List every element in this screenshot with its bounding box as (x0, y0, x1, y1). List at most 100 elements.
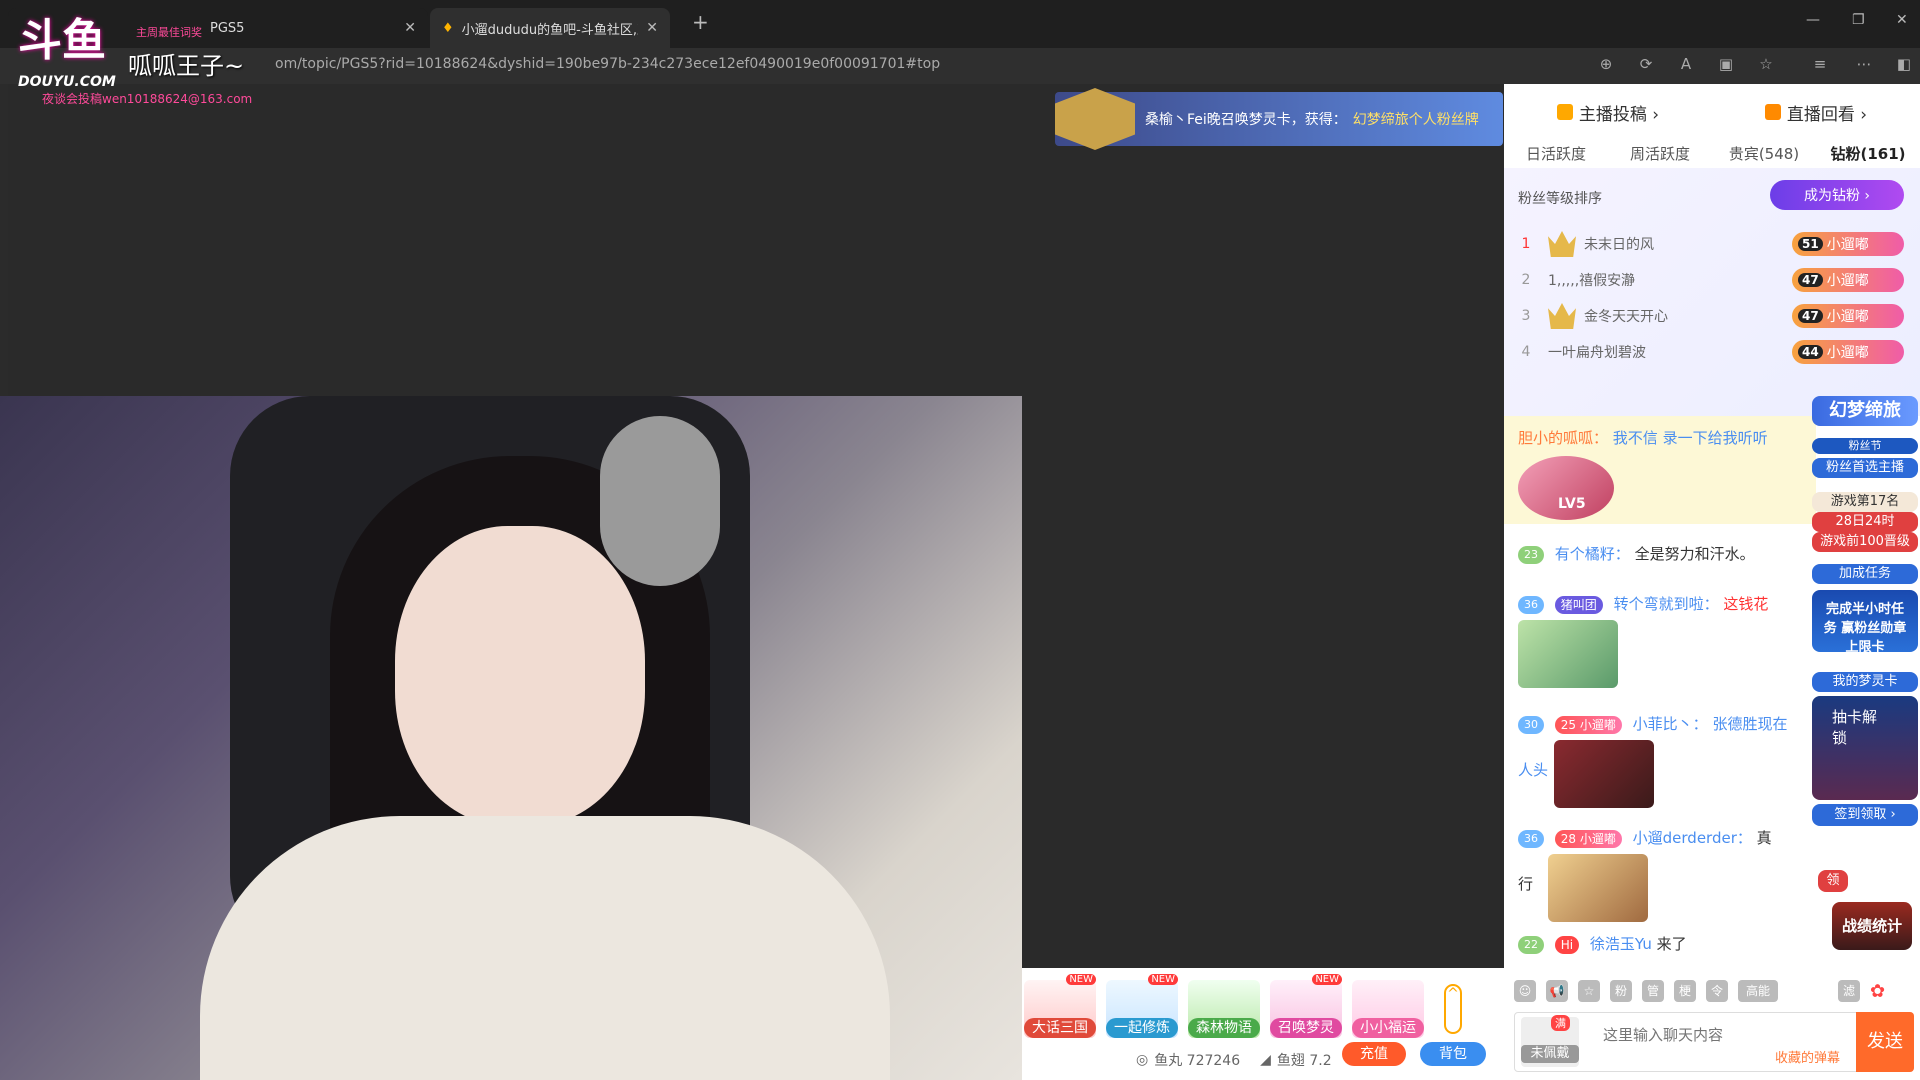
rank-user: 未末日的风 (1584, 237, 1654, 253)
chat-user[interactable]: 转个弯就到啦： (1614, 595, 1719, 613)
sign-in-button[interactable]: 签到领取 › (1812, 804, 1918, 826)
new-badge: NEW (1312, 974, 1342, 985)
restore-button[interactable]: ❐ (1852, 12, 1865, 28)
game-item[interactable]: NEW 大话三国 (1024, 974, 1096, 1038)
submission-email: 夜谈会投稿wen10188624@163.com (42, 92, 253, 106)
command-icon[interactable]: 令 (1706, 980, 1728, 1002)
close-icon[interactable]: ✕ (404, 20, 416, 36)
chat-sticker: LV5 (1518, 456, 1614, 520)
fan-badge: 猪叫团 (1554, 595, 1603, 614)
tab-weekly-activity[interactable]: 周活跃度 (1608, 140, 1712, 168)
shirt-shape (200, 816, 890, 1080)
admin-icon[interactable]: 管 (1642, 980, 1664, 1002)
zoom-icon[interactable]: ⊕ (1596, 55, 1616, 75)
streamer-name: 呱呱王子~ (128, 52, 245, 80)
banner-text: 桑榆丶Fei晚召唤梦灵卡，获得： (1145, 112, 1347, 128)
claim-button[interactable]: 领 (1818, 870, 1848, 892)
favorites-list-icon[interactable]: ≡ (1810, 55, 1830, 75)
star-icon[interactable]: ☆ (1578, 980, 1600, 1002)
minimize-button[interactable]: — (1806, 12, 1820, 28)
rank-row[interactable]: 2 1,,,,,禧假安瀞 47 小遛嘟 (1504, 262, 1920, 298)
chat-input[interactable] (1603, 1023, 1823, 1047)
replay-button[interactable]: 直播回看 › (1712, 100, 1920, 125)
rank-user: 金冬天天开心 (1584, 309, 1668, 325)
fan-badge: 25 小遛嘟 (1554, 715, 1622, 734)
replay-icon (1764, 104, 1781, 120)
tab-vip[interactable]: 贵宾(548) (1712, 140, 1816, 168)
game-item[interactable]: NEW 召唤梦灵 (1270, 974, 1342, 1038)
chat-text: 来了 (1656, 935, 1687, 953)
url-field[interactable]: om/topic/PGS5?rid=10188624&dyshid=190be9… (275, 56, 940, 72)
douyu-logo: 斗鱼 (18, 15, 106, 66)
high-energy-button[interactable]: 高能 (1738, 980, 1778, 1002)
deadline: 28日24时 (1812, 512, 1918, 532)
rank-user: 1,,,,,禧假安瀞 (1548, 273, 1636, 289)
fan-badge-name: 小遛嘟 (1826, 237, 1869, 253)
fan-chat-icon[interactable]: 粉 (1610, 980, 1632, 1002)
broadcast-icon[interactable]: 📢 (1546, 980, 1568, 1002)
fan-pick: 粉丝首选主播 (1812, 458, 1918, 478)
chat-user[interactable]: 小遛derderder： (1633, 829, 1752, 847)
side-activity-ads: 幻梦缔旅 粉丝节 粉丝首选主播 游戏第17名 28日24时 游戏前100晋级 加… (1812, 396, 1920, 956)
card-desc[interactable]: 抽卡解锁 (1812, 696, 1918, 800)
game-item[interactable]: NEW 一起修炼 (1106, 974, 1178, 1038)
rank-row[interactable]: 3 金冬天天开心 47 小遛嘟 (1504, 298, 1920, 334)
browser-tab-fishbar[interactable]: ♦ 小遛dududu的鱼吧-斗鱼社区,直播 ✕ (430, 8, 670, 48)
meme-icon[interactable]: 梗 (1674, 980, 1696, 1002)
fan-badge-name: 小遛嘟 (1826, 309, 1869, 325)
emoji-icon[interactable]: ☺ (1514, 980, 1536, 1002)
stats-button[interactable]: 战绩统计 (1832, 902, 1912, 950)
more-icon[interactable]: ⋯ (1854, 55, 1874, 75)
fan-level-badge: 47 小遛嘟 (1792, 304, 1904, 328)
game-label: 大话三国 (1024, 1018, 1096, 1038)
fin-icon: ◢ (1260, 1052, 1271, 1068)
game-item[interactable]: 小小福运 (1352, 980, 1424, 1038)
rank-row[interactable]: 4 一叶扁舟划碧波 44 小遛嘟 (1504, 334, 1920, 370)
fan-badge-slot[interactable]: 满 未佩戴 (1521, 1015, 1579, 1067)
favorite-star-icon[interactable]: ☆ (1756, 55, 1776, 75)
translate-icon[interactable]: ⟳ (1636, 55, 1656, 75)
banner-highlight: 幻梦缔旅个人粉丝牌 (1352, 112, 1479, 128)
event-title[interactable]: 幻梦缔旅 (1812, 396, 1918, 426)
chat-sticker (1554, 740, 1654, 808)
sidebar-toggle-icon[interactable]: ◧ (1894, 55, 1914, 75)
recharge-button[interactable]: 充值 (1342, 1042, 1406, 1066)
hi-badge: Hi (1554, 935, 1580, 954)
chat-user[interactable]: 有个橘籽： (1555, 545, 1630, 563)
streamer-posts-button[interactable]: 主播投稿 › (1504, 100, 1712, 125)
tab-diamond-fans[interactable]: 钻粉(161) (1816, 140, 1920, 168)
sort-label[interactable]: 粉丝等级排序 (1518, 188, 1602, 208)
fan-rank-panel: 粉丝等级排序 成为钻粉 › 1 未末日的风 51 小遛嘟 2 1,,,,,禧假安瀞… (1504, 168, 1920, 416)
gift-icon[interactable]: ✿ (1870, 981, 1885, 1002)
fan-badge-banner[interactable]: 桑榆丶Fei晚召唤梦灵卡，获得： 幻梦缔旅个人粉丝牌 (1055, 88, 1503, 150)
fan-level: 47 (1798, 309, 1823, 323)
sticker-level: LV5 (1558, 496, 1586, 512)
stream-video[interactable] (0, 396, 1022, 1080)
become-diamond-fan-button[interactable]: 成为钻粉 › (1770, 180, 1904, 210)
collected-barrage-button[interactable]: 收藏的弹幕 (1775, 1047, 1840, 1066)
chat-toolbar: ☺ 📢 ☆ 粉 管 梗 令 高能 滤 ✿ (1504, 976, 1920, 1006)
game-item[interactable]: 森林物语 (1188, 980, 1260, 1038)
fan-badge: 28 小遛嘟 (1554, 829, 1622, 848)
new-tab-button[interactable]: + (692, 10, 709, 34)
rank-row[interactable]: 1 未末日的风 51 小遛嘟 (1504, 226, 1920, 262)
close-icon[interactable]: ✕ (646, 20, 658, 36)
task-title[interactable]: 加成任务 (1812, 564, 1918, 584)
card-title[interactable]: 我的梦灵卡 (1812, 672, 1918, 692)
read-aloud-icon[interactable]: A (1676, 55, 1696, 75)
fan-level: 44 (1798, 345, 1823, 359)
rank-number: 1 (1521, 236, 1531, 252)
chat-user[interactable]: 胆小的呱呱： (1518, 429, 1608, 447)
filter-icon[interactable]: 滤 (1838, 980, 1860, 1002)
task-desc[interactable]: 完成半小时任务 赢粉丝勋章上限卡 (1812, 590, 1918, 655)
chat-user[interactable]: 小菲比丶： (1633, 715, 1708, 733)
expand-games-icon[interactable]: ^ (1444, 984, 1462, 1034)
send-button[interactable]: 发送 (1856, 1012, 1914, 1072)
fan-level: 51 (1798, 237, 1823, 251)
user-level-badge: 30 (1518, 715, 1544, 734)
screenshot-icon[interactable]: ▣ (1716, 55, 1736, 75)
tab-daily-activity[interactable]: 日活跃度 (1504, 140, 1608, 168)
chat-user[interactable]: 徐浩玉Yu (1590, 935, 1652, 953)
bag-button[interactable]: 背包 (1420, 1042, 1486, 1066)
close-window-button[interactable]: ✕ (1896, 12, 1908, 28)
